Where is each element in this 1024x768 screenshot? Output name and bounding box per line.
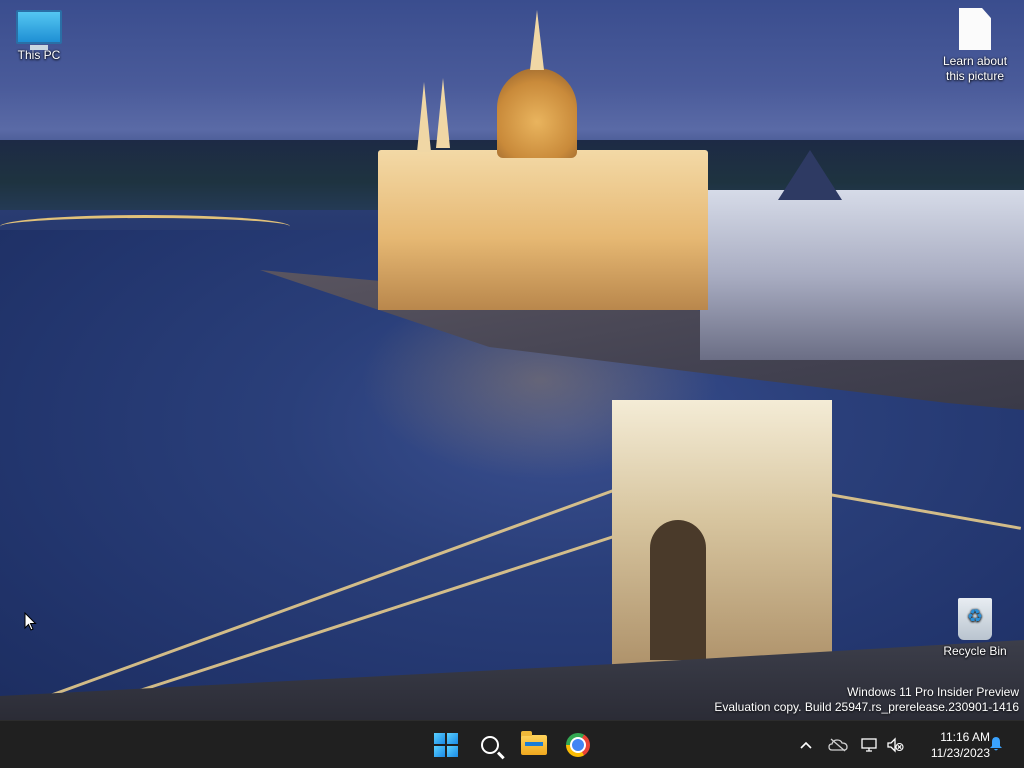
wallpaper-city-buildings [700,190,1024,360]
desktop-icon-learn-about-this-picture[interactable]: Learn about this picture [937,8,1013,84]
start-button[interactable] [426,725,466,765]
wallpaper-chain-bridge-tower [612,400,832,690]
wallpaper-parliament-building [378,150,708,310]
desktop-icon-label: Recycle Bin [943,644,1007,658]
desktop-icon-label: This PC [17,48,61,62]
search-icon [481,736,499,754]
volume-muted-icon [887,737,904,753]
wallpaper-spire [436,78,450,148]
file-explorer-icon [521,731,547,755]
wallpaper-tower-arch [650,520,706,660]
mouse-cursor-icon [24,612,37,631]
search-button[interactable] [470,725,510,765]
chrome-icon [566,733,590,757]
desktop-wallpaper [0,0,1024,720]
volume-tray-button[interactable] [884,721,906,768]
chevron-up-icon [800,741,812,749]
windows-evaluation-watermark: Windows 11 Pro Insider Preview Evaluatio… [714,685,1019,715]
onedrive-offline-icon [828,738,848,752]
watermark-line-2: Evaluation copy. Build 25947.rs_prerelea… [714,700,1019,714]
clock-date: 11/23/2023 [930,746,990,760]
chrome-button[interactable] [558,725,598,765]
notification-bell-icon [990,737,1002,751]
watermark-line-1: Windows 11 Pro Insider Preview [847,685,1019,699]
desktop-icon-label: Learn about this picture [942,54,1008,83]
wallpaper-spire [530,10,544,70]
this-pc-icon [16,10,62,50]
onedrive-tray-button[interactable] [826,721,850,768]
notification-button[interactable] [987,735,1005,753]
windows-start-icon [434,733,458,757]
network-tray-button[interactable] [858,721,880,768]
network-icon [861,738,877,752]
document-icon [959,8,991,50]
taskbar-clock[interactable]: 11:16 AM 11/23/2023 [906,729,990,761]
wallpaper-left-bridge [0,215,290,238]
desktop-icon-recycle-bin[interactable]: ♻ Recycle Bin [937,598,1013,659]
taskbar: 11:16 AM 11/23/2023 [0,720,1024,768]
file-explorer-button[interactable] [514,725,554,765]
tray-overflow-button[interactable] [796,721,816,768]
clock-time: 11:16 AM [940,730,990,744]
wallpaper-parliament-dome [497,68,577,158]
recycle-bin-icon: ♻ [958,598,992,640]
desktop-icon-this-pc[interactable]: This PC [1,10,77,63]
wallpaper-spire [417,82,431,152]
